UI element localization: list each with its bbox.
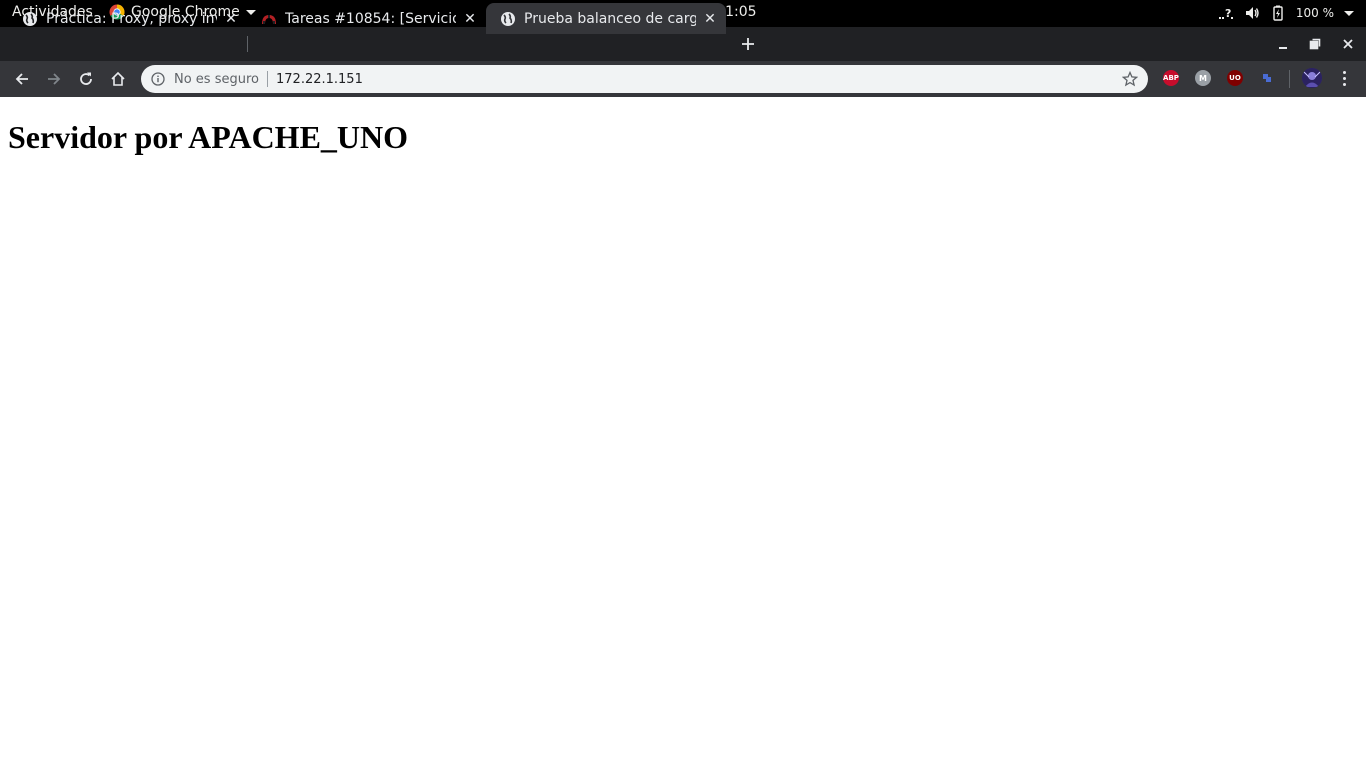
network-unknown-icon: ? bbox=[1218, 7, 1233, 20]
globe-icon bbox=[501, 11, 515, 26]
profile-picture-icon bbox=[1302, 68, 1322, 88]
tab-title: Prueba balanceo de carga bbox=[524, 10, 696, 27]
svg-text:?: ? bbox=[1225, 7, 1231, 20]
bookmark-star-icon[interactable] bbox=[1122, 71, 1138, 87]
battery-charging-icon bbox=[1273, 5, 1283, 21]
forward-button[interactable] bbox=[41, 66, 67, 92]
url-text[interactable]: 172.22.1.151 bbox=[276, 72, 363, 87]
arrow-left-icon bbox=[15, 73, 28, 85]
page-content: Servidor por APACHE_UNO bbox=[0, 97, 1366, 768]
omnibox-divider bbox=[267, 71, 268, 87]
close-tab-icon[interactable]: ✕ bbox=[702, 11, 718, 27]
browser-toolbar: No es seguro 172.22.1.151 bbox=[0, 61, 1366, 97]
back-button[interactable] bbox=[9, 66, 35, 92]
system-status-menu[interactable]: ? 100 % bbox=[1218, 5, 1354, 21]
plus-icon bbox=[742, 38, 754, 50]
reload-icon bbox=[80, 72, 92, 85]
reload-button[interactable] bbox=[73, 66, 99, 92]
tab-separator bbox=[247, 36, 248, 52]
home-icon bbox=[111, 71, 125, 86]
tab-prueba-balanceo[interactable]: Prueba balanceo de carga ✕ bbox=[486, 3, 726, 34]
close-tab-icon[interactable]: ✕ bbox=[223, 11, 239, 27]
tab-practica-proxy[interactable]: Práctica: Proxy, proxy inverso ✕ bbox=[8, 3, 247, 34]
close-tab-icon[interactable]: ✕ bbox=[462, 11, 478, 27]
menu-dot bbox=[1342, 76, 1346, 80]
status-menu-caret-icon bbox=[1344, 10, 1354, 16]
toolbar-separator bbox=[1289, 70, 1290, 88]
tab-title: Tareas #10854: [Servicios bbox=[285, 10, 456, 27]
page-heading: Servidor por APACHE_UNO bbox=[8, 119, 409, 155]
globe-icon bbox=[23, 11, 37, 26]
address-bar[interactable]: No es seguro 172.22.1.151 bbox=[141, 65, 1148, 93]
info-icon[interactable] bbox=[151, 72, 165, 86]
volume-icon bbox=[1245, 7, 1259, 19]
close-window-button[interactable] bbox=[1336, 33, 1360, 55]
tab-title: Práctica: Proxy, proxy inverso bbox=[46, 10, 217, 27]
security-status[interactable]: No es seguro bbox=[174, 72, 259, 87]
restore-icon bbox=[1309, 38, 1321, 50]
redmine-icon bbox=[262, 14, 276, 24]
extension-puzzle-icon[interactable] bbox=[1259, 70, 1275, 86]
chrome-menu-button[interactable] bbox=[1336, 68, 1352, 88]
profile-avatar[interactable] bbox=[1302, 68, 1322, 88]
ublock-origin-icon[interactable]: UO bbox=[1227, 70, 1243, 86]
minimize-icon bbox=[1279, 47, 1287, 49]
close-window-icon bbox=[1343, 39, 1353, 49]
menu-dot bbox=[1342, 82, 1346, 86]
menu-dot bbox=[1342, 70, 1346, 74]
battery-percentage: 100 % bbox=[1295, 6, 1334, 20]
tab-tareas-10854[interactable]: Tareas #10854: [Servicios ✕ bbox=[247, 3, 486, 34]
home-button[interactable] bbox=[105, 66, 131, 92]
new-tab-button[interactable] bbox=[736, 33, 760, 55]
adblock-plus-icon[interactable]: ABP bbox=[1163, 70, 1179, 86]
restore-button[interactable] bbox=[1303, 33, 1327, 55]
minimize-button[interactable] bbox=[1271, 33, 1295, 55]
mailvelope-icon[interactable]: M bbox=[1195, 70, 1211, 86]
arrow-right-icon bbox=[48, 73, 61, 85]
extension-glyph bbox=[1263, 74, 1271, 82]
